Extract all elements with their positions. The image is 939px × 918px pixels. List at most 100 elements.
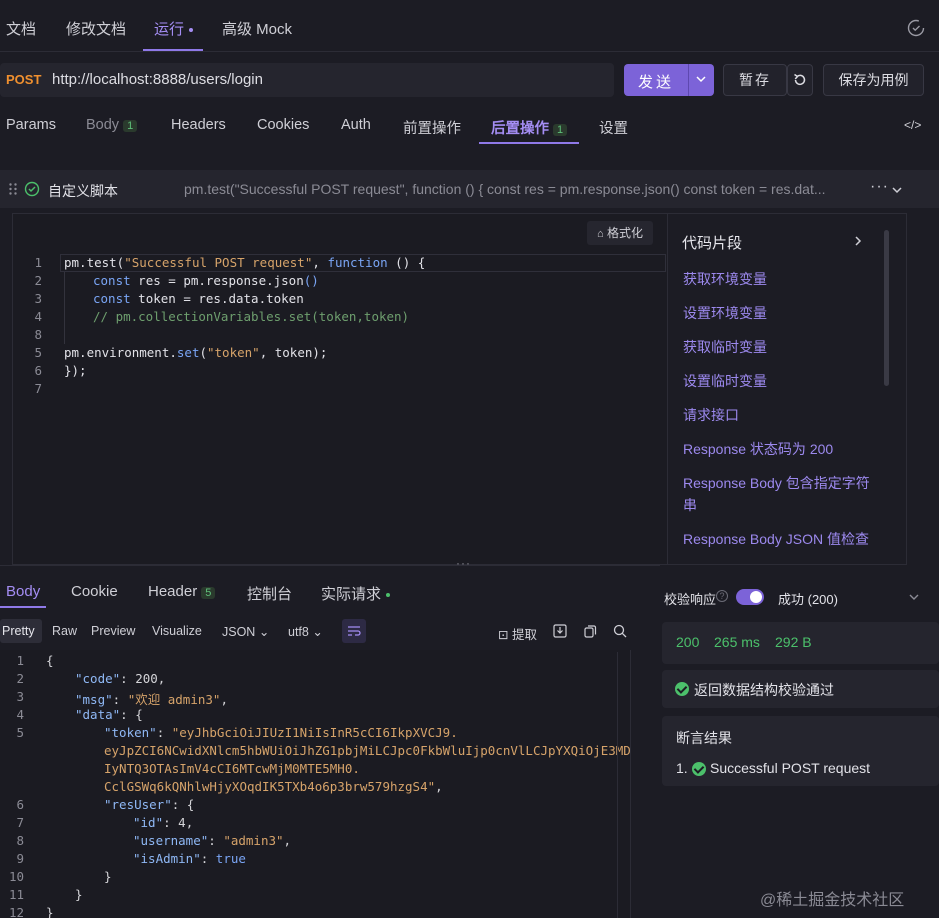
tab-run[interactable]: 运行 [154, 18, 194, 39]
tab-response-body[interactable]: Body [6, 583, 40, 600]
code-line-7: }); [64, 363, 87, 378]
tab-headers[interactable]: Headers [171, 117, 226, 133]
resize-handle-icon[interactable]: ··· [456, 556, 471, 570]
snippet-get-env[interactable]: 获取环境变量 [683, 268, 767, 290]
help-icon[interactable]: ? [716, 590, 728, 602]
code-area[interactable]: 1 2 3 4 5 6 7 8 pm.test("Successful POST… [0, 255, 660, 405]
snippet-get-temp[interactable]: 获取临时变量 [683, 336, 767, 358]
tab-params[interactable]: Params [6, 117, 56, 133]
json-value: true [215, 851, 246, 866]
send-button[interactable]: 发送 [624, 64, 714, 96]
tab-auth[interactable]: Auth [341, 117, 371, 133]
line-number: 1 [16, 653, 24, 668]
status-option[interactable]: 成功 (200) [778, 589, 838, 608]
chevron-down-icon[interactable] [694, 70, 708, 91]
snippet-send-request[interactable]: 请求接口 [683, 404, 739, 426]
tab-edit-docs[interactable]: 修改文档 [66, 18, 126, 39]
more-icon[interactable]: ··· [870, 178, 889, 196]
search-icon[interactable] [612, 623, 628, 639]
drag-handle-icon[interactable] [8, 182, 18, 196]
tab-cookies[interactable]: Cookies [257, 117, 309, 133]
snippet-set-temp[interactable]: 设置临时变量 [683, 370, 767, 392]
code-token: () [303, 273, 319, 288]
line-number: 7 [34, 381, 42, 396]
save-as-case-button[interactable]: 保存为用例 [823, 64, 924, 96]
code-token: , [312, 255, 328, 270]
line-number: 6 [34, 363, 42, 378]
active-tab-indicator [479, 142, 579, 144]
refresh-check-icon[interactable] [906, 18, 926, 38]
json-value: CclGSWq6kQNhlwHjyXOqdIK5TXb4o6p3brw579hz… [104, 779, 436, 794]
scrollbar[interactable] [884, 230, 889, 386]
active-tab-indicator [0, 606, 46, 608]
format-json-select[interactable]: JSON ⌄ [222, 624, 269, 639]
status-code: 200 [676, 634, 700, 650]
extract-icon: ⊡ [498, 628, 509, 642]
json-line: { [46, 653, 54, 668]
encoding-select[interactable]: utf8 ⌄ [288, 624, 323, 639]
line-number: 8 [16, 833, 24, 848]
tab-run-label: 运行 [154, 21, 185, 38]
tab-actual-request[interactable]: 实际请求 [321, 583, 391, 604]
tab-docs[interactable]: 文档 [6, 18, 36, 39]
chevron-down-icon[interactable] [890, 183, 904, 197]
tab-post-ops[interactable]: 后置操作 1 [491, 117, 568, 138]
scrollbar[interactable] [617, 652, 629, 918]
line-number: 7 [16, 815, 24, 830]
wrap-lines-button[interactable] [342, 619, 366, 643]
format-pretty[interactable]: Pretty [2, 624, 35, 638]
divider [0, 565, 660, 566]
format-button[interactable]: ⌂ 格式化 [587, 221, 653, 245]
tab-pre-ops[interactable]: 前置操作 [403, 117, 461, 138]
tab-response-header[interactable]: Header 5 [148, 583, 216, 600]
body-count-badge: 1 [123, 120, 138, 132]
success-check-icon [692, 761, 706, 777]
http-method[interactable]: POST [6, 72, 41, 87]
chevron-right-icon[interactable] [852, 234, 864, 248]
response-body-viewer[interactable]: 1 2 3 4 5 6 7 8 9 10 11 12 { "code": 200… [0, 650, 631, 918]
save-button[interactable]: 暂存 [723, 64, 787, 96]
line-number: 11 [8, 887, 24, 902]
validate-toggle[interactable] [736, 589, 764, 605]
schema-check-panel: 返回数据结构校验通过 [662, 670, 939, 708]
format-preview[interactable]: Preview [91, 624, 135, 638]
url-input[interactable]: http://localhost:8888/users/login [52, 71, 263, 88]
code-line-1: pm.test("Successful POST request", funct… [64, 255, 425, 273]
tab-mock[interactable]: 高级 Mock [222, 18, 292, 39]
tab-body[interactable]: Body 1 [86, 117, 138, 133]
script-title: 自定义脚本 [48, 183, 118, 199]
line-number: 5 [16, 725, 24, 740]
url-bar[interactable]: POST http://localhost:8888/users/login [0, 63, 614, 97]
snippet-body-contains[interactable]: Response Body 包含指定字符串 [683, 472, 879, 516]
code-line-4: // pm.collectionVariables.set(token,toke… [93, 309, 410, 324]
script-header-row[interactable]: 自定义脚本 pm.test("Successful POST request",… [0, 170, 939, 208]
format-raw[interactable]: Raw [52, 624, 77, 638]
format-visualize[interactable]: Visualize [152, 624, 202, 638]
download-icon[interactable] [552, 623, 568, 639]
top-tab-bar: 文档 修改文档 运行 高级 Mock [0, 0, 939, 52]
snippet-status-200[interactable]: Response 状态码为 200 [683, 438, 833, 460]
json-value: 4 [178, 815, 186, 830]
snippet-set-env[interactable]: 设置环境变量 [683, 302, 767, 324]
chevron-down-icon[interactable] [907, 590, 921, 604]
assertions-title: 断言结果 [676, 730, 732, 746]
json-value: "欢迎 admin3" [127, 692, 221, 707]
code-token: , token); [259, 345, 328, 360]
json-value: "admin3" [223, 833, 284, 848]
line-number: 4 [34, 309, 42, 324]
tab-response-cookie[interactable]: Cookie [71, 583, 118, 600]
copy-icon[interactable] [582, 623, 598, 639]
code-token: token = res.data.token [130, 291, 304, 306]
tab-console[interactable]: 控制台 [247, 583, 292, 604]
enabled-check-icon[interactable] [24, 181, 40, 197]
json-line: "resUser": { [104, 797, 195, 812]
snippet-body-json-check[interactable]: Response Body JSON 值检查 [683, 528, 869, 550]
code-line-6: pm.environment.set("token", token); [64, 345, 327, 363]
extract-button[interactable]: ⊡ 提取 [498, 624, 537, 643]
reset-button[interactable] [787, 64, 813, 96]
code-view-icon[interactable]: </> [904, 118, 921, 132]
json-value: 200 [135, 671, 158, 686]
tab-settings[interactable]: 设置 [599, 117, 628, 138]
json-line: "msg": "欢迎 admin3", [75, 692, 228, 707]
code-string: "token" [207, 345, 260, 360]
